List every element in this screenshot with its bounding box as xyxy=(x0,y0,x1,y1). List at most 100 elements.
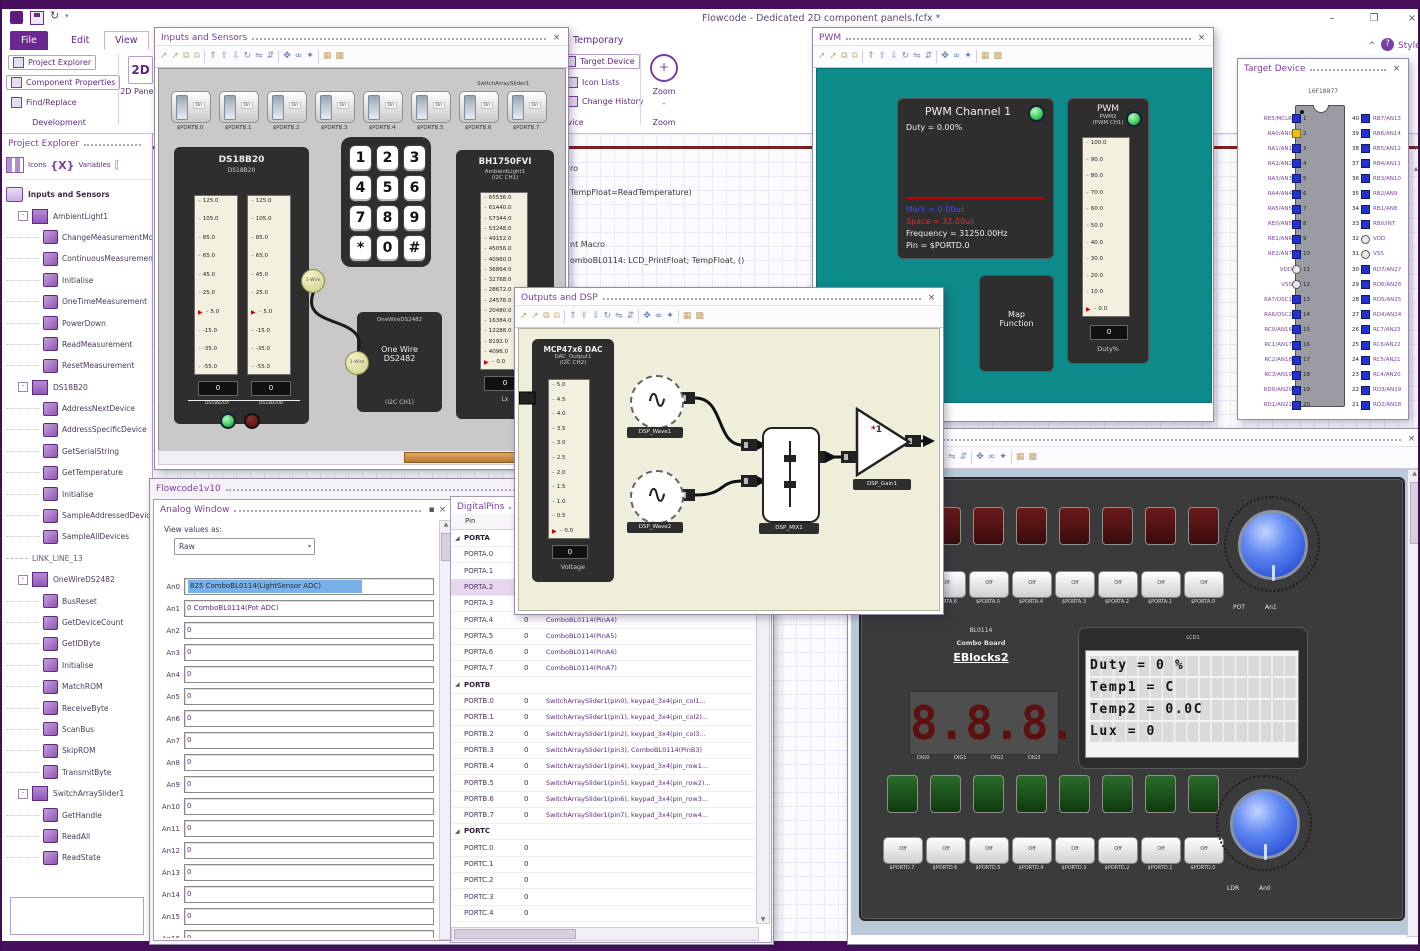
align-top-icon[interactable]: ⇧ xyxy=(581,312,589,321)
analog-value-field[interactable]: 0 xyxy=(184,710,434,727)
ldr-knob[interactable] xyxy=(1230,789,1300,860)
dsp-panel-header[interactable]: Outputs and DSP × xyxy=(515,288,943,305)
board-button-PORTD2[interactable]: Off xyxy=(1098,837,1138,864)
digital-row-PORTC[interactable]: ◢ PORTC xyxy=(451,823,755,841)
board-button-PORTD0[interactable]: Off xyxy=(1184,837,1224,864)
pin-right-pad[interactable] xyxy=(1361,295,1370,305)
tree-item-samplealldevices[interactable]: SampleAllDevices xyxy=(6,526,152,547)
component-properties-button[interactable]: Component Properties xyxy=(6,75,121,90)
paste-icon[interactable]: ⧉ xyxy=(852,52,858,61)
pin-left-pad[interactable] xyxy=(1292,234,1301,244)
style-button[interactable]: Style xyxy=(1398,41,1418,51)
analog-value-field[interactable]: 0 ComboBL0114(Pot ADC) xyxy=(184,600,434,617)
toggle-switch-PORTB1[interactable]: On xyxy=(219,91,259,123)
expander-icon[interactable]: - xyxy=(18,382,28,393)
digital-row-PORTB.2[interactable]: PORTB.2 0 SwitchArraySlider1(pin2), keypad… xyxy=(451,726,755,743)
toggle-switch-PORTB0[interactable]: On xyxy=(171,91,211,123)
wand-icon[interactable]: ✦ xyxy=(999,453,1007,462)
pin-right-pad[interactable] xyxy=(1361,325,1370,335)
pin-left-pad[interactable] xyxy=(1292,265,1301,274)
analog-value-field[interactable]: 0 xyxy=(184,908,434,925)
tree-item-gethandle[interactable]: GetHandle xyxy=(6,804,152,825)
green-led-0[interactable] xyxy=(887,775,918,813)
tree-item-matchrom[interactable]: MatchROM xyxy=(6,676,152,697)
toggle-switch-PORTB6[interactable]: On xyxy=(459,91,499,123)
collapse-ribbon-button[interactable]: ^ xyxy=(1368,41,1376,51)
digital-row-PORTC.1[interactable]: PORTC.1 0 xyxy=(451,856,755,873)
digital-row-PORTB.1[interactable]: PORTB.1 0 SwitchArraySlider1(pin1), keypad… xyxy=(451,709,755,727)
flip-v-icon[interactable]: ⇵ xyxy=(267,52,275,61)
paste-icon[interactable]: ⧉ xyxy=(194,52,200,61)
pin-right-pad[interactable] xyxy=(1361,114,1370,123)
pot-knob[interactable] xyxy=(1238,510,1308,581)
tree-item-link-line-13[interactable]: LINK_LINE_13 xyxy=(6,548,152,569)
cursor-add-icon[interactable]: ➚ xyxy=(172,52,180,61)
project-explorer-button[interactable]: Project Explorer xyxy=(8,55,97,70)
flip-h-icon[interactable]: ⇋ xyxy=(913,52,921,61)
green-led-2[interactable] xyxy=(973,775,1004,813)
board-button-PORTD7[interactable]: Off xyxy=(883,837,923,864)
analog-value-field[interactable]: 825 ComboBL0114(LightSensor ADC) xyxy=(184,578,434,595)
red-led[interactable] xyxy=(244,413,260,429)
green-led-4[interactable] xyxy=(1059,775,1090,813)
zoom-icon[interactable]: + xyxy=(650,54,678,82)
cursor-add-icon[interactable]: ➚ xyxy=(830,52,838,61)
analog-value-field[interactable]: 0 xyxy=(184,930,434,938)
pin-right-pad[interactable] xyxy=(1361,174,1370,184)
view-mode-select[interactable]: Raw ▾ xyxy=(174,538,315,555)
pin-left-pad[interactable] xyxy=(1292,249,1301,259)
red-led-2[interactable] xyxy=(973,507,1004,545)
pwm-slider-component[interactable]: PWM PWM2 (PWM CH1) –100.0–90.0–80.0–70.0… xyxy=(1067,98,1149,364)
variables-tab-label[interactable]: Variables xyxy=(78,161,110,169)
keypad-key-1[interactable]: 1 xyxy=(349,145,372,172)
board-button-PORTD5[interactable]: Off xyxy=(969,837,1009,864)
tree-item-busreset[interactable]: BusReset xyxy=(6,590,152,611)
board-button-PORTA1[interactable]: Off xyxy=(1141,571,1181,598)
digital-row-PORTB[interactable]: ◢ PORTB xyxy=(451,677,755,694)
green-led-6[interactable] xyxy=(1145,775,1176,813)
pin-right-pad[interactable] xyxy=(1361,340,1370,350)
analog-value-field[interactable]: 0 xyxy=(184,820,434,837)
pin-right-pad[interactable] xyxy=(1361,249,1370,259)
red-led-5[interactable] xyxy=(1102,507,1133,545)
component-up-icon[interactable]: ⇑ xyxy=(209,52,217,61)
red-led-3[interactable] xyxy=(1016,507,1047,545)
tree-item-readmeasurement[interactable]: ReadMeasurement xyxy=(6,334,152,355)
pin-right-pad[interactable] xyxy=(1361,144,1370,154)
help-icon[interactable]: ? xyxy=(1381,38,1394,51)
rotate-icon[interactable]: ↻ xyxy=(604,312,612,321)
pin-left-pad[interactable] xyxy=(1292,280,1301,290)
board-button-PORTD3[interactable]: Off xyxy=(1055,837,1095,864)
ds18b20-slider-2[interactable]: –125.0 –105.0 –85.0 –65.0 –45.0 –25.0 ▶ –5.0 – -1… xyxy=(247,195,291,375)
keypad-key-2[interactable]: 2 xyxy=(376,145,399,172)
keypad-key-4[interactable]: 4 xyxy=(349,175,372,202)
board-button-PORTD6[interactable]: Off xyxy=(926,837,966,864)
dac-slider[interactable]: –5.0 –4.5 –4.0 –3.5 –3.0 –2.5 –2.0 –1.5 –1.0 –0.5… xyxy=(548,379,590,539)
scroll-up-icon[interactable]: ▲ xyxy=(1408,470,1418,477)
pin-right-pad[interactable] xyxy=(1361,189,1370,199)
pin-left-pad[interactable] xyxy=(1292,310,1301,320)
green-led-3[interactable] xyxy=(1016,775,1047,813)
flip-h-icon[interactable]: ⇋ xyxy=(255,52,263,61)
pin-right-pad[interactable] xyxy=(1361,219,1370,229)
pin-left-pad[interactable] xyxy=(1292,144,1301,154)
analog-value-field[interactable]: 0 xyxy=(184,776,434,793)
green-led[interactable] xyxy=(220,413,236,429)
digital-row-PORTA.5[interactable]: PORTA.5 0 ComboBL0114(PinA5) xyxy=(451,628,755,645)
cursor-icon[interactable]: ➚ xyxy=(520,312,528,321)
expander-icon[interactable]: - xyxy=(18,574,28,585)
digital-row-PORTC.0[interactable]: PORTC.0 0 xyxy=(451,840,755,857)
onewire-connector-2[interactable]: 1-Wire xyxy=(345,351,369,375)
onewire-ds2482-component[interactable]: OneWireDS2482 One Wire DS2482 (I2C CH1) xyxy=(357,312,442,412)
tab-view[interactable]: View xyxy=(104,31,149,50)
onewire-connector-1[interactable]: 1-Wire xyxy=(301,269,325,293)
link-icon[interactable]: ∞ xyxy=(953,52,961,61)
keypad-key-5[interactable]: 5 xyxy=(376,175,399,202)
keypad-key-0[interactable]: 0 xyxy=(376,235,399,262)
flip-v-icon[interactable]: ⇵ xyxy=(627,312,635,321)
digital-hscroll-thumb[interactable] xyxy=(454,929,576,939)
pin-right-pad[interactable] xyxy=(1361,204,1370,214)
icons-tab-label[interactable]: Icons xyxy=(28,161,46,169)
pin-right-pad[interactable] xyxy=(1361,129,1370,139)
digital-row-PORTC.4[interactable]: PORTC.4 0 xyxy=(451,905,755,922)
